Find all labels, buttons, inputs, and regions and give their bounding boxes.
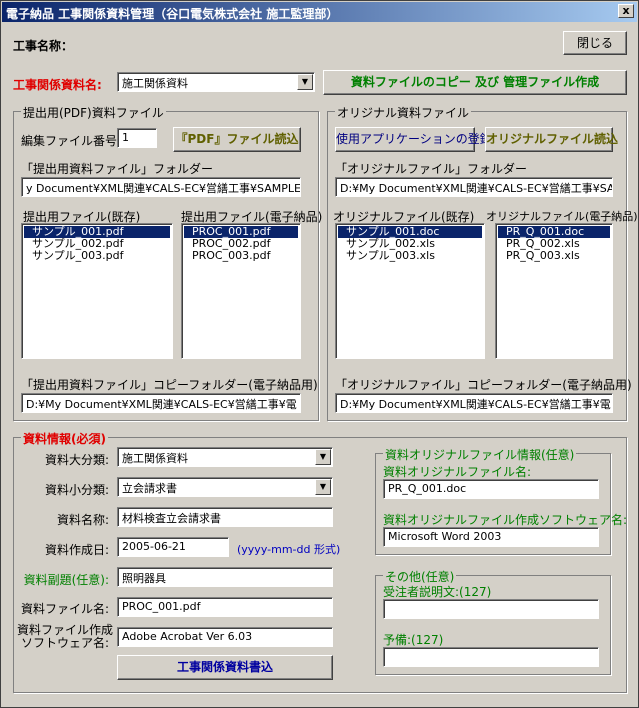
minor-category-value: 立会請求書 bbox=[122, 482, 177, 495]
doc-name-label: 工事関係資料名: bbox=[13, 78, 102, 92]
orig-copy-folder-input[interactable]: D:¥My Document¥XML関連¥CALS-EC¥営繕工事¥電 bbox=[335, 393, 613, 413]
contractor-note-input[interactable] bbox=[383, 599, 599, 619]
list-item[interactable]: サンプル_003.pdf bbox=[24, 250, 170, 262]
chevron-down-icon[interactable]: ▼ bbox=[315, 449, 331, 465]
orig-folder-input[interactable]: D:¥My Document¥XML関連¥CALS-EC¥営繕工事¥SA bbox=[335, 177, 613, 197]
orig-file-name-input[interactable]: PR_Q_001.doc bbox=[383, 479, 599, 499]
minor-category-select[interactable]: 立会請求書 ▼ bbox=[117, 477, 333, 497]
title-bar: 電子納品 工事関係資料管理（谷口電気株式会社 施工監理部） x bbox=[2, 2, 637, 22]
close-button[interactable]: 閉じる bbox=[563, 31, 627, 55]
reserve-input[interactable] bbox=[383, 647, 599, 667]
created-date-input[interactable]: 2005-06-21 bbox=[117, 537, 229, 557]
edit-file-number-label: 編集ファイル番号: bbox=[21, 134, 122, 148]
date-format-hint: (yyyy-mm-dd 形式) bbox=[237, 543, 341, 556]
window-close-button[interactable]: x bbox=[618, 4, 634, 18]
doc-title-label: 資料名称: bbox=[56, 513, 109, 527]
pdf-folder-label: 「提出用資料ファイル」フォルダー bbox=[21, 162, 214, 176]
major-category-label: 資料大分類: bbox=[44, 453, 109, 467]
major-category-select[interactable]: 施工関係資料 ▼ bbox=[117, 447, 333, 467]
pdf-folder-input[interactable]: y Document¥XML関連¥CALS-EC¥営繕工事¥SAMPLE bbox=[21, 177, 301, 197]
software-label-line1: 資料ファイル作成 bbox=[17, 623, 114, 637]
copy-and-create-button[interactable]: 資料ファイルのコピー 及び 管理ファイル作成 bbox=[323, 70, 627, 95]
list-item[interactable]: サンプル_003.xls bbox=[338, 250, 482, 262]
pdf-copy-folder-label: 「提出用資料ファイル」コピーフォルダー(電子納品用) bbox=[21, 378, 318, 392]
original-load-button[interactable]: オリジナルファイル読込 bbox=[485, 127, 618, 152]
register-application-button[interactable]: 使用アプリケーションの登録 bbox=[335, 127, 492, 152]
contractor-note-label: 受注者説明文:(127) bbox=[383, 585, 492, 599]
edit-file-number-input[interactable]: 1 bbox=[117, 128, 157, 148]
orig-electronic-label: オリジナルファイル(電子納品) bbox=[486, 210, 638, 223]
orig-software-label: 資料オリジナルファイル作成ソフトウェア名: bbox=[383, 513, 628, 527]
pdf-electronic-list[interactable]: PROC_001.pdf PROC_002.pdf PROC_003.pdf bbox=[181, 223, 301, 359]
orig-folder-label: 「オリジナルファイル」フォルダー bbox=[335, 162, 528, 176]
subtitle-input[interactable]: 照明器具 bbox=[117, 567, 333, 587]
software-label-line2: ソフトウェア名: bbox=[20, 636, 109, 650]
minor-category-label: 資料小分類: bbox=[44, 483, 109, 497]
subtitle-label: 資料副題(任意): bbox=[23, 573, 109, 587]
major-category-value: 施工関係資料 bbox=[122, 452, 188, 465]
orig-software-input[interactable]: Microsoft Word 2003 bbox=[383, 527, 599, 547]
orig-info-group-legend: 資料オリジナルファイル情報(任意) bbox=[383, 446, 577, 463]
window-title: 電子納品 工事関係資料管理（谷口電気株式会社 施工監理部） bbox=[6, 7, 339, 21]
main-window: 電子納品 工事関係資料管理（谷口電気株式会社 施工監理部） x 工事名称： 閉じ… bbox=[0, 0, 639, 708]
chevron-down-icon[interactable]: ▼ bbox=[297, 74, 313, 90]
orig-file-name-label: 資料オリジナルファイル名: bbox=[383, 465, 532, 479]
pdf-copy-folder-input[interactable]: D:¥My Document¥XML関連¥CALS-EC¥営繕工事¥電 bbox=[21, 393, 301, 413]
file-name-label: 資料ファイル名: bbox=[20, 602, 109, 616]
write-document-button[interactable]: 工事関係資料書込 bbox=[117, 655, 333, 680]
chevron-down-icon[interactable]: ▼ bbox=[315, 479, 331, 495]
software-input[interactable]: Adobe Acrobat Ver 6.03 bbox=[117, 627, 333, 647]
created-date-label: 資料作成日: bbox=[44, 543, 109, 557]
pdf-load-button[interactable]: 『PDF』ファイル読込 bbox=[173, 127, 301, 152]
doc-title-input[interactable]: 材料検査立会請求書 bbox=[117, 507, 333, 527]
pdf-existing-list[interactable]: サンプル_001.pdf サンプル_002.pdf サンプル_003.pdf bbox=[21, 223, 173, 359]
orig-copy-folder-label: 「オリジナルファイル」コピーフォルダー(電子納品用) bbox=[335, 378, 632, 392]
reserve-label: 予備:(127) bbox=[383, 633, 444, 647]
doc-name-select[interactable]: 施工関係資料 ▼ bbox=[117, 72, 315, 92]
file-name-input[interactable]: PROC_001.pdf bbox=[117, 597, 333, 617]
orig-electronic-list[interactable]: PR_Q_001.doc PR_Q_002.xls PR_Q_003.xls bbox=[495, 223, 613, 359]
list-item[interactable]: PROC_003.pdf bbox=[184, 250, 298, 262]
pdf-group-legend: 提出用(PDF)資料ファイル bbox=[21, 104, 166, 121]
info-group-legend: 資料情報(必須) bbox=[21, 430, 108, 447]
project-name-label: 工事名称： bbox=[13, 39, 74, 53]
orig-existing-list[interactable]: サンプル_001.doc サンプル_002.xls サンプル_003.xls bbox=[335, 223, 485, 359]
doc-name-value: 施工関係資料 bbox=[122, 77, 188, 90]
orig-group-legend: オリジナル資料ファイル bbox=[335, 104, 472, 121]
list-item[interactable]: PR_Q_003.xls bbox=[498, 250, 610, 262]
